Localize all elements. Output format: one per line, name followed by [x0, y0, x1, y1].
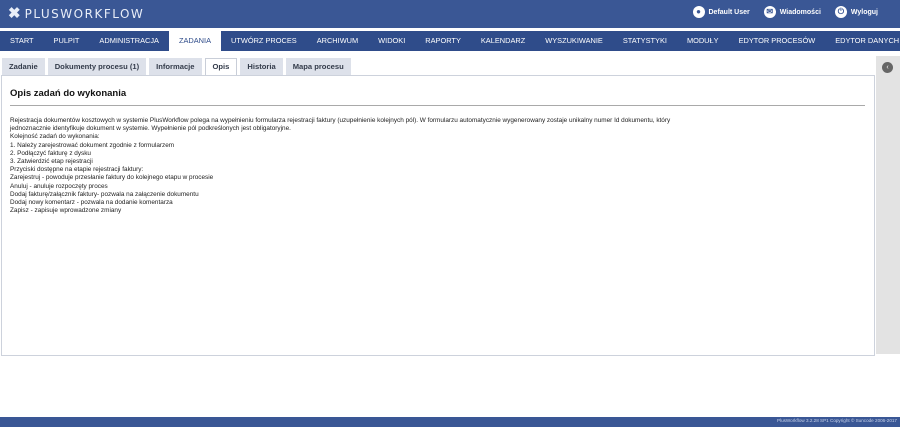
- description-line: Anuluj - anuluje rozpoczęty proces: [10, 182, 108, 190]
- title-divider: [10, 105, 865, 106]
- power-icon: ⏻: [834, 6, 847, 18]
- messages-link[interactable]: ✉ Wiadomości: [763, 6, 821, 18]
- nav-item-wyszukiwanie[interactable]: WYSZUKIWANIE: [535, 31, 613, 51]
- main-nav: START PULPIT ADMINISTRACJA ZADANIA UTWÓR…: [0, 31, 900, 51]
- default-user-link[interactable]: ● Default User: [692, 6, 750, 18]
- x-logo-icon: ✖: [8, 5, 21, 22]
- tab-mapa-procesu[interactable]: Mapa procesu: [285, 58, 351, 75]
- tab-historia[interactable]: Historia: [240, 58, 283, 75]
- user-icon: ●: [692, 6, 705, 18]
- nav-item-kalendarz[interactable]: KALENDARZ: [471, 31, 535, 51]
- logout-label: Wyloguj: [850, 8, 878, 16]
- description-line: jednoznacznie identyfikuje dokument w sy…: [10, 125, 291, 133]
- nav-item-widoki[interactable]: WIDOKI: [368, 31, 415, 51]
- nav-item-administracja[interactable]: ADMINISTRACJA: [89, 31, 169, 51]
- nav-item-edytor-danych[interactable]: EDYTOR DANYCH: [825, 31, 900, 51]
- description-panel: Opis zadań do wykonania Rejestracja doku…: [1, 75, 875, 356]
- task-tabs: Zadanie Dokumenty procesu (1) Informacje…: [0, 58, 354, 76]
- description-line: Rejestracja dokumentów kosztowych w syst…: [10, 117, 671, 124]
- default-user-label: Default User: [708, 8, 750, 16]
- nav-item-raporty[interactable]: RAPORTY: [415, 31, 471, 51]
- copyright-text: PlusWorkflow 3.2.28 SP1 Copyright © Sunc…: [776, 418, 897, 423]
- tab-dokumenty-procesu[interactable]: Dokumenty procesu (1): [47, 58, 147, 75]
- chevron-left-icon[interactable]: ‹: [882, 62, 893, 73]
- description-line: Zapisz - zapisuje wprowadzone zmiany: [10, 207, 122, 215]
- logo-text: PLUSWORKFLOW: [24, 7, 145, 21]
- nav-item-pulpit[interactable]: PULPIT: [44, 31, 90, 51]
- tab-informacje[interactable]: Informacje: [149, 58, 202, 75]
- description-line: 2. Podłączyć fakturę z dysku: [10, 149, 91, 157]
- logout-link[interactable]: ⏻ Wyloguj: [834, 6, 878, 18]
- envelope-icon: ✉: [763, 6, 776, 18]
- description-line: Zarejestruj - powoduje przesłanie faktur…: [10, 174, 214, 182]
- description-line: 3. Zatwierdzić etap rejestracji: [10, 158, 93, 166]
- tab-opis[interactable]: Opis: [204, 58, 238, 76]
- user-links: ● Default User ✉ Wiadomości ⏻ Wyloguj: [679, 6, 878, 18]
- nav-item-archiwum[interactable]: ARCHIWUM: [307, 31, 368, 51]
- nav-item-zadania[interactable]: ZADANIA: [168, 31, 221, 51]
- description-text: Rejestracja dokumentów kosztowych w syst…: [10, 117, 860, 215]
- description-line: Dodaj nowy komentarz - pozwala na dodani…: [10, 199, 173, 207]
- nav-item-start[interactable]: START: [0, 31, 44, 51]
- messages-label: Wiadomości: [779, 8, 821, 16]
- nav-item-utworz-proces[interactable]: UTWÓRZ PROCES: [221, 31, 307, 51]
- top-header-bar: ✖ PLUSWORKFLOW ● Default User ✉ Wiadomoś…: [0, 0, 900, 28]
- description-line: Przyciski dostępne na etapie rejestracji…: [10, 166, 144, 174]
- description-line: Kolejność zadań do wykonania:: [10, 133, 100, 141]
- nav-item-edytor-procesow[interactable]: EDYTOR PROCESÓW: [729, 31, 826, 51]
- collapsible-side-panel: ‹: [876, 56, 900, 354]
- content-title: Opis zadań do wykonania: [10, 88, 127, 99]
- nav-item-statystyki[interactable]: STATYSTYKI: [613, 31, 677, 51]
- nav-item-moduly[interactable]: MODUŁY: [677, 31, 729, 51]
- description-line: 1. Należy zarejestrować dokument zgodnie…: [10, 141, 175, 149]
- footer-bar: PlusWorkflow 3.2.28 SP1 Copyright © Sunc…: [0, 417, 900, 427]
- app-logo[interactable]: ✖ PLUSWORKFLOW: [8, 6, 144, 22]
- tab-zadanie[interactable]: Zadanie: [2, 58, 45, 75]
- description-line: Dodaj fakturę/załącznik faktury- pozwala…: [10, 190, 199, 198]
